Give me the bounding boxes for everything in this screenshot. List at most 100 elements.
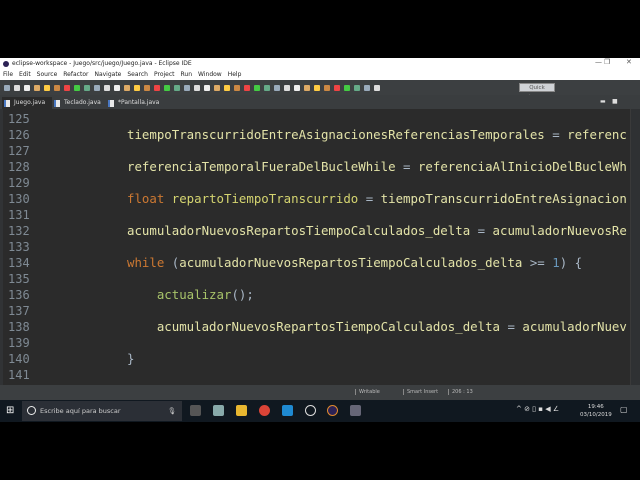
toolbar-button-icon[interactable]	[234, 84, 240, 91]
menu-navigate[interactable]: Navigate	[94, 71, 121, 78]
status-writable: Writable	[355, 389, 380, 395]
toolbar-button-icon[interactable]	[184, 84, 190, 91]
restore-button[interactable]: ❐	[604, 58, 610, 66]
code-line: }	[127, 351, 134, 366]
toolbar-button-icon[interactable]	[14, 84, 20, 91]
microphone-icon[interactable]: 🎙	[168, 401, 176, 421]
toolbar-button-icon[interactable]	[154, 84, 160, 91]
code-token: ) {	[559, 255, 583, 270]
eclipse-taskbar-icon[interactable]	[327, 405, 338, 416]
obs-icon[interactable]	[305, 405, 316, 416]
toolbar-button-icon[interactable]	[204, 84, 210, 91]
menu-file[interactable]: File	[3, 71, 13, 78]
app-icon[interactable]	[213, 405, 224, 416]
menu-help[interactable]: Help	[228, 71, 242, 78]
line-number: 133	[8, 240, 30, 254]
code-token: referenciaAlInicioDelBucleWh	[417, 159, 627, 174]
menu-search[interactable]: Search	[127, 71, 148, 78]
maximize-editor-button[interactable]: ■	[612, 98, 618, 105]
toolbar-button-icon[interactable]	[4, 84, 10, 91]
toolbar-button-icon[interactable]	[334, 84, 340, 91]
toolbar-button-icon[interactable]	[34, 84, 40, 91]
toolbar-button-icon[interactable]	[104, 84, 110, 91]
taskbar-search-input[interactable]: Escribe aquí para buscar 🎙	[22, 401, 182, 421]
toolbar-button-icon[interactable]	[64, 84, 70, 91]
vertical-scrollbar[interactable]	[630, 109, 640, 385]
code-token: acumuladorNuevosRepartosTiempoCalculados…	[127, 223, 471, 238]
toolbar-button-icon[interactable]	[174, 84, 180, 91]
code-editor[interactable]: 125 126 tiempoTranscurridoEntreAsignacione…	[0, 109, 640, 385]
menu-run[interactable]: Run	[181, 71, 193, 78]
toolbar-button-icon[interactable]	[244, 84, 250, 91]
menu-refactor[interactable]: Refactor	[63, 71, 88, 78]
toolbar-button-icon[interactable]	[284, 84, 290, 91]
minimize-editor-button[interactable]: ▬	[600, 98, 606, 105]
toolbar-button-icon[interactable]	[94, 84, 100, 91]
windows-start-icon[interactable]: ⊞	[6, 405, 14, 416]
close-button[interactable]: ✕	[626, 58, 632, 66]
toolbar-button-icon[interactable]	[364, 84, 370, 91]
code-token: ();	[231, 287, 254, 302]
tab-juego[interactable]: Juego.java ✕	[2, 97, 52, 118]
system-tray-icons[interactable]: ^ ⊘ ▯ ▪ ◀ ∠	[516, 405, 559, 413]
toolbar-button-icon[interactable]	[24, 84, 30, 91]
java-file-icon	[4, 100, 10, 107]
code-token: acumuladorNuevosRepartosTiempoCalculados…	[156, 319, 500, 334]
toolbar-button-icon[interactable]	[304, 84, 310, 91]
clock[interactable]: 19:46 03/10/2019	[580, 403, 612, 419]
toolbar-button-icon[interactable]	[264, 84, 270, 91]
menu-source[interactable]: Source	[37, 71, 58, 78]
windows-taskbar: ⊞ Escribe aquí para buscar 🎙 ^ ⊘ ▯ ▪ ◀ ∠ …	[0, 400, 640, 422]
toolbar-button-icon[interactable]	[224, 84, 230, 91]
menu-bar: File Edit Source Refactor Navigate Search Proj…	[0, 69, 640, 80]
app-icon[interactable]	[350, 405, 361, 416]
eclipse-logo-icon	[3, 60, 9, 67]
toolbar-button-icon[interactable]	[274, 84, 280, 91]
line-number: 126	[8, 128, 30, 142]
menu-project[interactable]: Project	[154, 71, 175, 78]
toolbar-button-icon[interactable]	[324, 84, 330, 91]
code-token: =	[500, 319, 523, 334]
quick-access-input[interactable]: Quick Access	[519, 83, 555, 100]
toolbar-button-icon[interactable]	[214, 84, 220, 91]
toolbar-button-icon[interactable]	[134, 84, 140, 91]
editor-tabs: Juego.java ✕ Teclado.java *Pantalla.java…	[0, 95, 640, 118]
line-number: 141	[8, 368, 30, 382]
tab-pantalla[interactable]: *Pantalla.java	[106, 97, 159, 109]
task-view-icon[interactable]	[190, 405, 201, 416]
code-token: float	[127, 191, 172, 206]
toolbar-button-icon[interactable]	[354, 84, 360, 91]
code-token: }	[127, 351, 135, 366]
toolbar-button-icon[interactable]	[294, 84, 300, 91]
code-token: tiempoTranscurridoEntreAsignacion	[380, 191, 627, 206]
minimize-button[interactable]: —	[595, 58, 602, 66]
menu-window[interactable]: Window	[198, 71, 222, 78]
toolbar-button-icon[interactable]	[124, 84, 130, 91]
toolbar-button-icon[interactable]	[54, 84, 60, 91]
toolbar-button-icon[interactable]	[44, 84, 50, 91]
line-number: 134	[8, 256, 30, 270]
code-token: >=	[522, 255, 553, 270]
toolbar-button-icon[interactable]	[144, 84, 150, 91]
file-explorer-icon[interactable]	[236, 405, 247, 416]
line-number: 140	[8, 352, 30, 366]
menu-edit[interactable]: Edit	[19, 71, 31, 78]
toolbar-button-icon[interactable]	[314, 84, 320, 91]
vscode-icon[interactable]	[282, 405, 293, 416]
toolbar-button-icon[interactable]	[374, 84, 380, 91]
toolbar-button-icon[interactable]	[164, 84, 170, 91]
toolbar-button-icon[interactable]	[74, 84, 80, 91]
tab-teclado[interactable]: Teclado.java	[52, 97, 101, 109]
line-number: 127	[8, 144, 30, 158]
toolbar-button-icon[interactable]	[344, 84, 350, 91]
toolbar-button-icon[interactable]	[194, 84, 200, 91]
toolbar-button-icon[interactable]	[114, 84, 120, 91]
toolbar-button-icon[interactable]	[254, 84, 260, 91]
chrome-icon[interactable]	[259, 405, 270, 416]
notifications-icon[interactable]: ▢	[620, 405, 628, 414]
code-token: =	[395, 159, 418, 174]
code-token: =	[358, 191, 381, 206]
toolbar-button-icon[interactable]	[84, 84, 90, 91]
